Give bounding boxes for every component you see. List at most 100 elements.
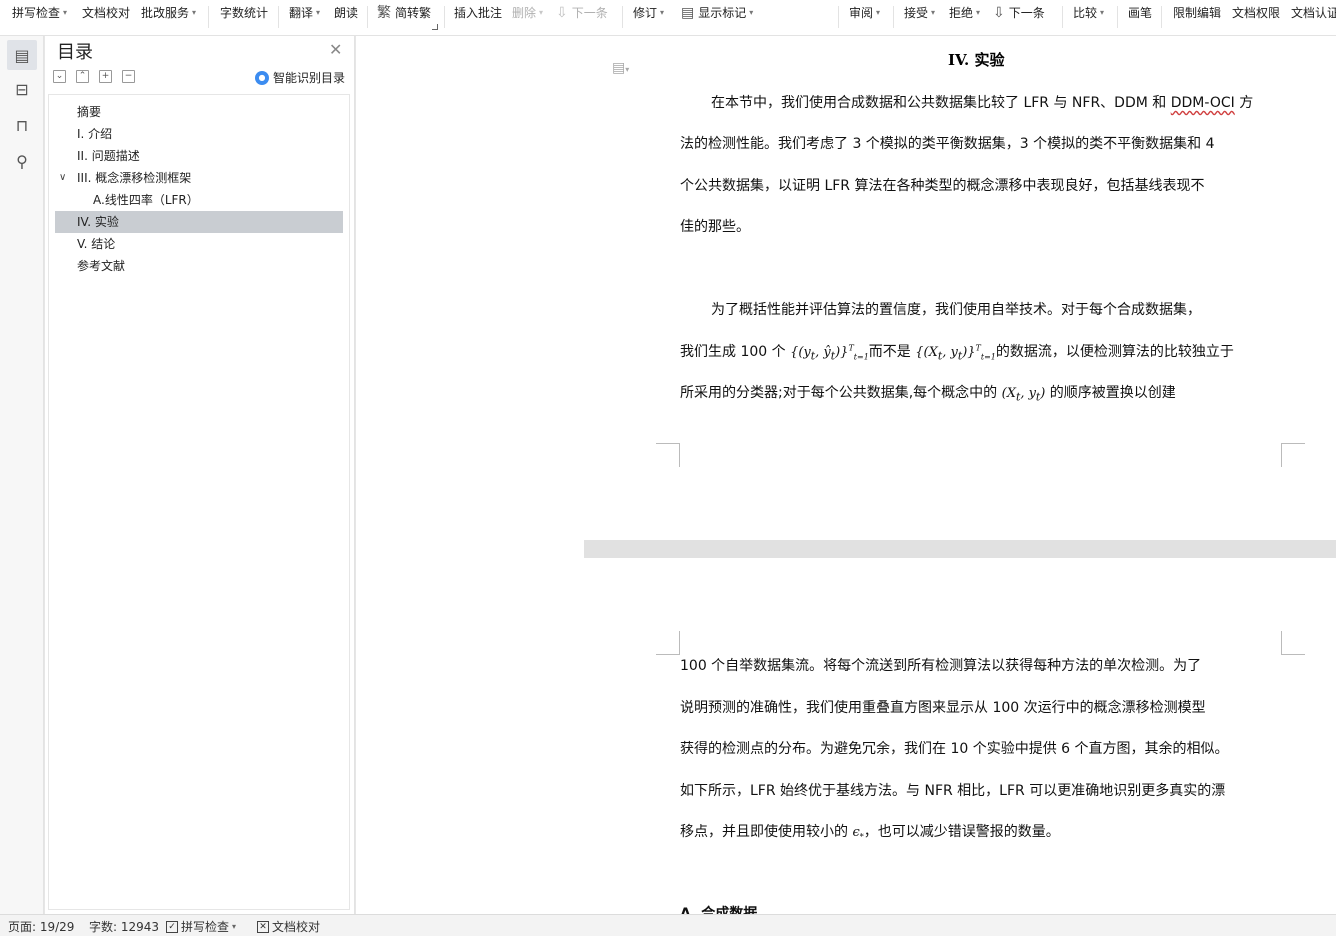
expand-all-icon[interactable]: + bbox=[99, 70, 112, 83]
chapter-panel-button[interactable]: ⊟ bbox=[7, 74, 37, 104]
toolbar-divider bbox=[444, 6, 445, 28]
doc-proof-button[interactable]: 文档校对 bbox=[82, 3, 130, 23]
chevron-down-icon[interactable]: ∨ bbox=[59, 167, 66, 189]
status-bar: 页面: 19/29 字数: 12943 ✓ 拼写检查 ▾ ✕ 文档校对 bbox=[0, 914, 1336, 936]
paragraph-line: 为了概括性能并评估算法的置信度，我们使用自举技术。对于每个合成数据集， bbox=[711, 302, 1201, 318]
chevron-down-icon: ▾ bbox=[63, 8, 68, 17]
pen-button[interactable]: 画笔 bbox=[1128, 3, 1152, 23]
compare-button[interactable]: 比较 ▾ bbox=[1073, 3, 1104, 23]
insert-comment-button[interactable]: 插入批注 bbox=[454, 3, 502, 23]
markup-icon: ▤ bbox=[681, 5, 695, 21]
show-markup-button[interactable]: ▤ 显示标记 ▾ bbox=[681, 3, 753, 23]
bookmark-panel-button[interactable]: ⊓ bbox=[7, 110, 37, 140]
doc-cert-button[interactable]: 文档认证 bbox=[1291, 3, 1336, 23]
word-count-indicator[interactable]: 字数: 12943 bbox=[89, 918, 159, 935]
paragraph-line: 如下所示，LFR 始终优于基线方法。与 NFR 相比，LFR 可以更准确地识别更… bbox=[680, 783, 1226, 799]
restrict-edit-button[interactable]: 限制编辑 bbox=[1173, 3, 1221, 23]
next-change-icon: ⇩ bbox=[993, 5, 1005, 21]
toc-item-abstract[interactable]: 摘要 bbox=[55, 101, 343, 123]
toc-item-lfr[interactable]: A.线性四率（LFR） bbox=[55, 189, 343, 211]
simp-trad-button[interactable]: 繁简转繁 bbox=[377, 3, 431, 23]
search-icon: ⚲ bbox=[16, 151, 28, 171]
revise-button[interactable]: 修订 ▾ bbox=[633, 3, 664, 23]
toc-item-label: IV. 实验 bbox=[77, 215, 119, 229]
spell-check-button[interactable]: 拼写检查 ▾ bbox=[12, 3, 67, 23]
toolbar-divider bbox=[208, 6, 209, 28]
document-page[interactable] bbox=[584, 558, 1336, 914]
paragraph-line: 获得的检测点的分布。为避免冗余，我们在 10 个实验中提供 6 个直方图，其余的… bbox=[680, 741, 1229, 757]
paragraph-line: 说明预测的准确性，我们使用重叠直方图来显示从 100 次运行中的概念漂移检测模型 bbox=[680, 700, 1206, 716]
collapse-up-icon[interactable]: ⌃ bbox=[76, 70, 89, 83]
doc-permission-button[interactable]: 文档权限 bbox=[1232, 3, 1280, 23]
paragraph-line: 个公共数据集，以证明 LFR 算法在各种类型的概念漂移中表现良好，包括基线表现不 bbox=[680, 178, 1205, 194]
chevron-down-icon: ▾ bbox=[316, 8, 321, 17]
toolbar-divider bbox=[1161, 6, 1162, 28]
toc-panel-button[interactable]: ▤ bbox=[7, 40, 37, 70]
document-icon[interactable]: ▤▾ bbox=[612, 60, 629, 76]
toolbar-divider bbox=[622, 6, 623, 28]
chapter-icon: ⊟ bbox=[15, 79, 29, 99]
toc-title: 目录 bbox=[57, 42, 93, 63]
group-expand-icon[interactable] bbox=[432, 24, 438, 30]
search-panel-button[interactable]: ⚲ bbox=[7, 146, 37, 176]
smart-toc-button[interactable]: ● 智能识别目录 bbox=[255, 69, 345, 86]
toc-item-framework[interactable]: ∨ III. 概念漂移检测框架 bbox=[55, 167, 343, 189]
paragraph-line: 移点，并且即使使用较小的 ϵ*，也可以减少错误警报的数量。 bbox=[680, 824, 1060, 842]
page-indicator[interactable]: 页面: 19/29 bbox=[8, 918, 74, 935]
toc-item-label: 摘要 bbox=[77, 105, 102, 119]
toc-tools: ⌄ ⌃ + − bbox=[53, 70, 135, 83]
collapse-all-icon[interactable]: − bbox=[122, 70, 135, 83]
toc-item-experiments[interactable]: IV. 实验 bbox=[55, 211, 343, 233]
convert-icon: 繁 bbox=[377, 5, 391, 21]
translate-button[interactable]: 翻译 ▾ bbox=[289, 3, 320, 23]
ribbon-toolbar: 拼写检查 ▾ 文档校对 批改服务 ▾ 字数统计 翻译 ▾ 朗读 繁简转繁 插入批注 删… bbox=[0, 0, 1336, 36]
paragraph-line: 在本节中，我们使用合成数据和公共数据集比较了 LFR 与 NFR、DDM 和 D… bbox=[711, 95, 1254, 111]
misspelled-word[interactable]: DDM-OCI bbox=[1171, 95, 1235, 111]
outline-icon: ▤ bbox=[14, 45, 30, 65]
ai-icon: ● bbox=[255, 70, 269, 85]
toc-panel: 目录 ✕ ⌄ ⌃ + − ● 智能识别目录 摘要 I. 介绍 II. 问题描述 … bbox=[45, 36, 355, 914]
chevron-down-icon: ▾ bbox=[976, 8, 981, 17]
chevron-down-icon: ▾ bbox=[192, 8, 197, 17]
spell-check-toggle[interactable]: ✓ 拼写检查 ▾ bbox=[166, 918, 236, 935]
collapse-down-icon[interactable]: ⌄ bbox=[53, 70, 66, 83]
doc-proof-toggle[interactable]: ✕ 文档校对 bbox=[257, 918, 320, 935]
toc-item-label: V. 结论 bbox=[77, 237, 116, 251]
word-count-button[interactable]: 字数统计 bbox=[220, 3, 268, 23]
toc-item-label: II. 问题描述 bbox=[77, 149, 140, 163]
toolbar-divider bbox=[367, 6, 368, 28]
navigation-rail: ▤ ⊟ ⊓ ⚲ bbox=[0, 36, 44, 914]
close-icon[interactable]: ✕ bbox=[329, 40, 342, 59]
checkbox-icon: ✓ bbox=[166, 920, 178, 933]
subsection-heading: A. 合成数据 bbox=[680, 906, 758, 914]
reject-button[interactable]: 拒绝 ▾ bbox=[949, 3, 980, 23]
toc-item-conclusion[interactable]: V. 结论 bbox=[55, 233, 343, 255]
next-comment-icon: ⇩ bbox=[556, 5, 568, 21]
correction-service-button[interactable]: 批改服务 ▾ bbox=[141, 3, 196, 23]
crop-mark bbox=[656, 631, 680, 655]
math-formula: {(yt, ŷt)}Tt=1 bbox=[790, 343, 869, 363]
page-gap bbox=[584, 540, 1336, 558]
delete-comment-button[interactable]: 删除 ▾ bbox=[512, 3, 543, 23]
toc-item-problem[interactable]: II. 问题描述 bbox=[55, 145, 343, 167]
crop-mark bbox=[656, 443, 680, 467]
next-comment-button[interactable]: ⇩ 下一条 bbox=[556, 3, 608, 23]
crop-mark bbox=[1281, 631, 1305, 655]
accept-button[interactable]: 接受 ▾ bbox=[904, 3, 935, 23]
toc-list: 摘要 I. 介绍 II. 问题描述 ∨ III. 概念漂移检测框架 A.线性四率（… bbox=[48, 94, 350, 910]
chevron-down-icon: ▾ bbox=[876, 8, 881, 17]
toolbar-divider bbox=[1062, 6, 1063, 28]
toolbar-divider bbox=[278, 6, 279, 28]
read-aloud-button[interactable]: 朗读 bbox=[334, 3, 358, 23]
toc-item-label: I. 介绍 bbox=[77, 127, 113, 141]
review-button[interactable]: 审阅 ▾ bbox=[849, 3, 880, 23]
paragraph-line: 佳的那些。 bbox=[680, 219, 750, 235]
document-margin bbox=[356, 36, 584, 914]
math-symbol: ϵ* bbox=[852, 825, 864, 842]
toc-item-label: 参考文献 bbox=[77, 259, 126, 273]
next-change-button[interactable]: ⇩ 下一条 bbox=[993, 3, 1045, 23]
toolbar-divider bbox=[1117, 6, 1118, 28]
chevron-down-icon: ▾ bbox=[1100, 8, 1105, 17]
toc-item-references[interactable]: 参考文献 bbox=[55, 255, 343, 277]
toc-item-intro[interactable]: I. 介绍 bbox=[55, 123, 343, 145]
